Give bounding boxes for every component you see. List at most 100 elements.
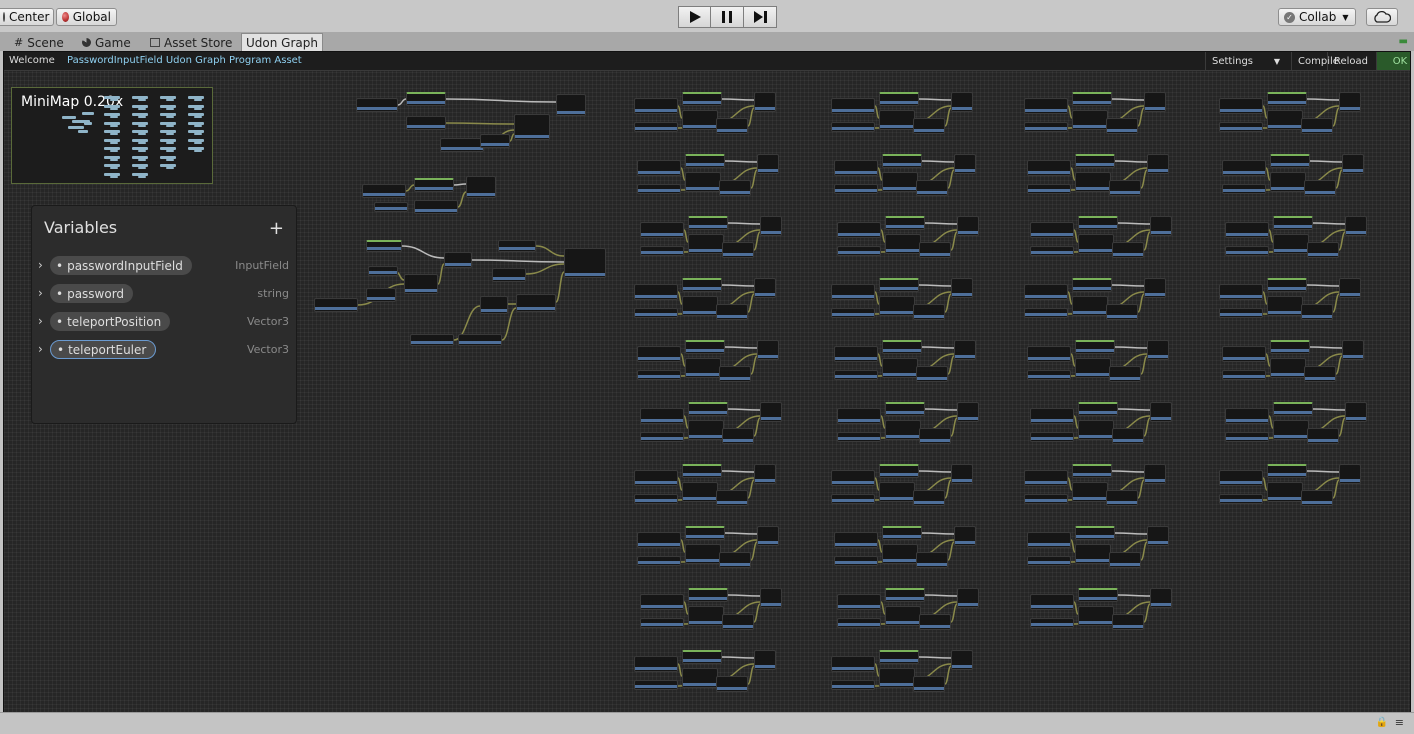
graph-node[interactable]: [688, 216, 728, 230]
graph-node[interactable]: [1075, 526, 1115, 540]
graph-node[interactable]: [957, 588, 979, 608]
graph-node[interactable]: [760, 588, 782, 608]
graph-node[interactable]: [440, 138, 484, 152]
variable-pill[interactable]: • password: [50, 284, 134, 303]
pause-button[interactable]: [711, 6, 744, 28]
graph-node[interactable]: [1144, 278, 1166, 298]
graph-node[interactable]: [1144, 464, 1166, 484]
graph-node[interactable]: [957, 216, 979, 236]
graph-node[interactable]: [1222, 160, 1266, 176]
graph-node[interactable]: [831, 470, 875, 486]
graph-node[interactable]: [682, 668, 718, 688]
graph-node[interactable]: [1222, 346, 1266, 362]
graph-node[interactable]: [754, 464, 776, 484]
graph-node[interactable]: [1078, 234, 1114, 254]
graph-node[interactable]: [1147, 340, 1169, 360]
graph-node[interactable]: [916, 180, 948, 196]
graph-node[interactable]: [1267, 278, 1307, 292]
status-menu-icon[interactable]: ≡: [1395, 716, 1404, 729]
graph-node[interactable]: [834, 160, 878, 176]
graph-node[interactable]: [640, 594, 684, 610]
graph-node[interactable]: [1075, 154, 1115, 168]
graph-node[interactable]: [1219, 98, 1263, 114]
graph-node[interactable]: [1106, 490, 1138, 506]
graph-node[interactable]: [951, 92, 973, 112]
graph-node[interactable]: [480, 296, 508, 314]
graph-node[interactable]: [885, 420, 921, 440]
graph-node[interactable]: [831, 494, 875, 504]
graph-node[interactable]: [1106, 304, 1138, 320]
graph-node[interactable]: [1075, 340, 1115, 354]
graph-node[interactable]: [719, 366, 751, 382]
graph-node[interactable]: [879, 650, 919, 664]
graph-node[interactable]: [1222, 184, 1266, 194]
lock-icon[interactable]: 🔒: [1376, 717, 1388, 728]
graph-node[interactable]: [404, 274, 438, 294]
graph-node[interactable]: [1024, 98, 1068, 114]
graph-node[interactable]: [1027, 532, 1071, 548]
graph-node[interactable]: [1339, 92, 1361, 112]
graph-node[interactable]: [1225, 222, 1269, 238]
graph-node[interactable]: [1112, 242, 1144, 258]
graph-node[interactable]: [682, 464, 722, 478]
graph-node[interactable]: [1072, 110, 1108, 130]
cloud-button[interactable]: [1366, 8, 1398, 26]
graph-node[interactable]: [366, 288, 396, 302]
graph-node[interactable]: [314, 298, 358, 312]
graph-node[interactable]: [722, 428, 754, 444]
graph-node[interactable]: [1222, 370, 1266, 380]
variable-pill[interactable]: • passwordInputField: [50, 256, 192, 275]
graph-node[interactable]: [919, 428, 951, 444]
graph-node[interactable]: [1078, 588, 1118, 602]
graph-node[interactable]: [1219, 284, 1263, 300]
graph-node[interactable]: [1219, 470, 1263, 486]
graph-node[interactable]: [837, 246, 881, 256]
graph-node[interactable]: [722, 614, 754, 630]
chevron-right-icon[interactable]: ›: [38, 342, 43, 356]
graph-node[interactable]: [834, 370, 878, 380]
graph-node[interactable]: [1267, 464, 1307, 478]
graph-node[interactable]: [1147, 154, 1169, 174]
graph-node[interactable]: [1150, 402, 1172, 422]
graph-node[interactable]: [834, 556, 878, 566]
graph-node[interactable]: [951, 650, 973, 670]
graph-node[interactable]: [1273, 234, 1309, 254]
variable-row[interactable]: › • passwordInputField InputField: [32, 254, 296, 278]
graph-node[interactable]: [1225, 246, 1269, 256]
graph-node[interactable]: [1109, 366, 1141, 382]
graph-node[interactable]: [685, 154, 725, 168]
graph-node[interactable]: [1339, 278, 1361, 298]
graph-node[interactable]: [637, 160, 681, 176]
graph-node[interactable]: [1304, 366, 1336, 382]
graph-node[interactable]: [514, 114, 550, 140]
graph-node[interactable]: [634, 470, 678, 486]
graph-node[interactable]: [1307, 428, 1339, 444]
graph-node[interactable]: [879, 482, 915, 502]
pivot-rotation-button[interactable]: Global: [56, 8, 117, 26]
variable-row[interactable]: › • password string: [32, 282, 296, 306]
graph-node[interactable]: [685, 544, 721, 564]
graph-node[interactable]: [1024, 470, 1068, 486]
tab-game[interactable]: Game: [78, 34, 135, 51]
step-button[interactable]: [744, 6, 777, 28]
graph-node[interactable]: [688, 606, 724, 626]
tab-udon-graph[interactable]: Udon Graph: [241, 33, 323, 52]
variable-row[interactable]: › • teleportEuler Vector3: [32, 338, 296, 362]
graph-node[interactable]: [637, 556, 681, 566]
graph-node[interactable]: [1030, 408, 1074, 424]
graph-node[interactable]: [634, 98, 678, 114]
graph-node[interactable]: [1078, 420, 1114, 440]
graph-node[interactable]: [885, 588, 925, 602]
graph-node[interactable]: [1024, 494, 1068, 504]
graph-node[interactable]: [556, 94, 586, 116]
tab-scene[interactable]: # Scene: [10, 34, 68, 51]
graph-node[interactable]: [831, 656, 875, 672]
graph-node[interactable]: [719, 552, 751, 568]
variable-row[interactable]: › • teleportPosition Vector3: [32, 310, 296, 334]
graph-node[interactable]: [492, 268, 526, 282]
graph-node[interactable]: [410, 334, 454, 346]
graph-node[interactable]: [1219, 122, 1263, 132]
graph-node[interactable]: [1072, 464, 1112, 478]
graph-node[interactable]: [951, 464, 973, 484]
graph-node[interactable]: [1109, 552, 1141, 568]
